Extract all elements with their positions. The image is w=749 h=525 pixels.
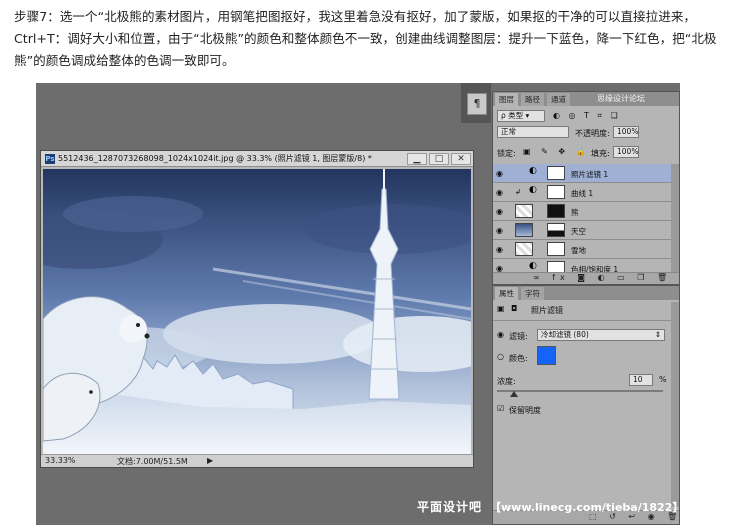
fill-input[interactable]: 100% (613, 146, 639, 158)
layer-thumbnail (515, 242, 533, 256)
layer-name: 天空 (571, 227, 586, 236)
filter-select-value: 冷却滤镜 (80) (541, 330, 589, 339)
polar-scene-image (43, 169, 471, 454)
photoshop-window: Ps 5512436_1287073268098_1024x1024it.jpg… (36, 83, 680, 525)
layer-name: 熊 (571, 208, 579, 217)
clip-arrow-icon: ↲ (515, 188, 521, 196)
adjustment-name: 照片滤镜 (531, 306, 563, 315)
mask-icon[interactable]: ◘ (511, 304, 517, 313)
properties-scrollbar[interactable] (671, 302, 679, 507)
tutorial-step-text: 步骤7：选一个“北极熊的素材图片，用钢笔把图抠好，我这里着急没有抠好，加了蒙版，… (14, 9, 717, 68)
image-canvas[interactable] (43, 169, 471, 454)
paragraph-panel-icon[interactable]: ¶ (467, 93, 487, 115)
layer-row-bear[interactable]: ◉ 熊 (493, 202, 671, 221)
properties-panel: 属性 字符 ▣ ◘ 照片滤镜 ◉ 滤镜: 冷却滤镜 (80) ⇕ ○ 颜色: 浓度… (492, 285, 680, 525)
layer-mask-thumbnail[interactable] (547, 185, 565, 199)
layers-footer: ∞ fx ◙ ◐ ▭ ❐ 🗑 (493, 272, 679, 284)
layer-filter-icons[interactable]: ◐ ◎ T ⌗ ❏ (553, 111, 621, 121)
maximize-button[interactable]: □ (429, 153, 449, 165)
close-button[interactable]: ✕ (451, 153, 471, 165)
layer-list: ◉ ◐ 照片滤镜 1 ◉ ↲ ◐ 曲线 1 ◉ 熊 ◉ 天空 ◉ 雪地 ◉ ◐ … (493, 164, 671, 274)
properties-panel-tabs: 属性 字符 (493, 286, 679, 300)
watermark-site-name: 平面设计吧 (417, 500, 483, 514)
layers-panel: 图层 路径 通道 思缘设计论坛 ρ 类型 ▾ ◐ ◎ T ⌗ ❏ 正常 不透明度… (492, 91, 680, 285)
select-arrow-icon: ⇕ (654, 330, 661, 339)
density-input[interactable]: 10 (629, 374, 653, 386)
filter-radio[interactable]: ◉ (497, 330, 504, 339)
tab-layers[interactable]: 图层 (495, 93, 518, 106)
layer-filter-value: 类型 (508, 111, 524, 120)
density-unit: % (659, 375, 667, 384)
layer-mask-thumbnail[interactable] (547, 166, 565, 180)
watermark-url: 【www.linecg.com/tieba/1822】 (490, 501, 680, 514)
layers-scrollbar[interactable] (671, 164, 679, 274)
minimize-button[interactable]: ▁ (407, 153, 427, 165)
preserve-luminosity-label: 保留明度 (509, 406, 541, 415)
adjustment-icon: ◐ (529, 166, 537, 176)
filter-select[interactable]: 冷却滤镜 (80) ⇕ (537, 329, 665, 341)
layer-thumbnail (515, 223, 533, 237)
photo-filter-icon: ▣ (497, 304, 505, 313)
layer-name: 曲线 1 (571, 189, 594, 198)
layer-row-snow[interactable]: ◉ 雪地 (493, 240, 671, 259)
visibility-eye-icon[interactable]: ◉ (496, 226, 503, 235)
density-slider-thumb[interactable] (509, 391, 518, 397)
tab-paths[interactable]: 路径 (521, 93, 544, 106)
color-swatch[interactable] (537, 346, 556, 365)
layer-name: 照片滤镜 1 (571, 170, 609, 179)
blend-mode-value: 正常 (501, 127, 516, 136)
document-title-bar[interactable]: Ps 5512436_1287073268098_1024x1024it.jpg… (41, 151, 473, 167)
opacity-label: 不透明度: (575, 129, 610, 138)
filter-label: 滤镜: (509, 332, 528, 341)
photoshop-logo-icon: Ps (45, 154, 55, 164)
tab-properties[interactable]: 属性 (495, 287, 518, 300)
lock-icons[interactable]: ▣ ✎ ✥ 🔒 (523, 147, 590, 156)
visibility-eye-icon[interactable]: ◉ (496, 169, 503, 178)
lock-label: 锁定: (497, 149, 516, 158)
preserve-luminosity-checkbox[interactable]: ☑ (497, 404, 504, 413)
tab-character[interactable]: 字符 (521, 287, 544, 300)
layer-row-curves[interactable]: ◉ ↲ ◐ 曲线 1 (493, 183, 671, 202)
document-size: 文档:7.00M/51.5M (117, 457, 188, 466)
adjustment-icon: ◐ (529, 185, 537, 195)
layer-filter-select[interactable]: ρ 类型 ▾ (497, 110, 545, 122)
fill-label: 填充: (591, 149, 610, 158)
color-label: 颜色: (509, 354, 528, 363)
layer-mask-thumbnail[interactable] (547, 223, 565, 237)
tab-channels[interactable]: 通道 (547, 93, 570, 106)
opacity-input[interactable]: 100% (613, 126, 639, 138)
panel-top-label: 思缘设计论坛 (597, 94, 645, 103)
document-window: Ps 5512436_1287073268098_1024x1024it.jpg… (40, 150, 474, 468)
layer-mask-thumbnail[interactable] (547, 242, 565, 256)
density-slider-track[interactable] (497, 390, 663, 397)
zoom-level[interactable]: 33.33% (45, 456, 76, 465)
status-menu-arrow-icon[interactable]: ▶ (207, 456, 213, 465)
layer-row-photo-filter[interactable]: ◉ ◐ 照片滤镜 1 (493, 164, 671, 183)
layer-name: 雪地 (571, 246, 586, 255)
document-title: 5512436_1287073268098_1024x1024it.jpg @ … (58, 154, 372, 163)
color-radio[interactable]: ○ (497, 352, 504, 361)
visibility-eye-icon[interactable]: ◉ (496, 188, 503, 197)
layer-thumbnail (515, 204, 533, 218)
visibility-eye-icon[interactable]: ◉ (496, 245, 503, 254)
layers-panel-tabs: 图层 路径 通道 思缘设计论坛 (493, 92, 679, 106)
layer-mask-thumbnail[interactable] (547, 204, 565, 218)
document-status-bar: 33.33% 文档:7.00M/51.5M ▶ (41, 454, 473, 467)
layer-row-sky[interactable]: ◉ 天空 (493, 221, 671, 240)
visibility-eye-icon[interactable]: ◉ (496, 207, 503, 216)
blend-mode-select[interactable]: 正常 (497, 126, 569, 138)
layer-action-icons[interactable]: ∞ fx ◙ ◐ ▭ ❐ 🗑 (533, 273, 672, 282)
density-label: 浓度: (497, 377, 516, 386)
